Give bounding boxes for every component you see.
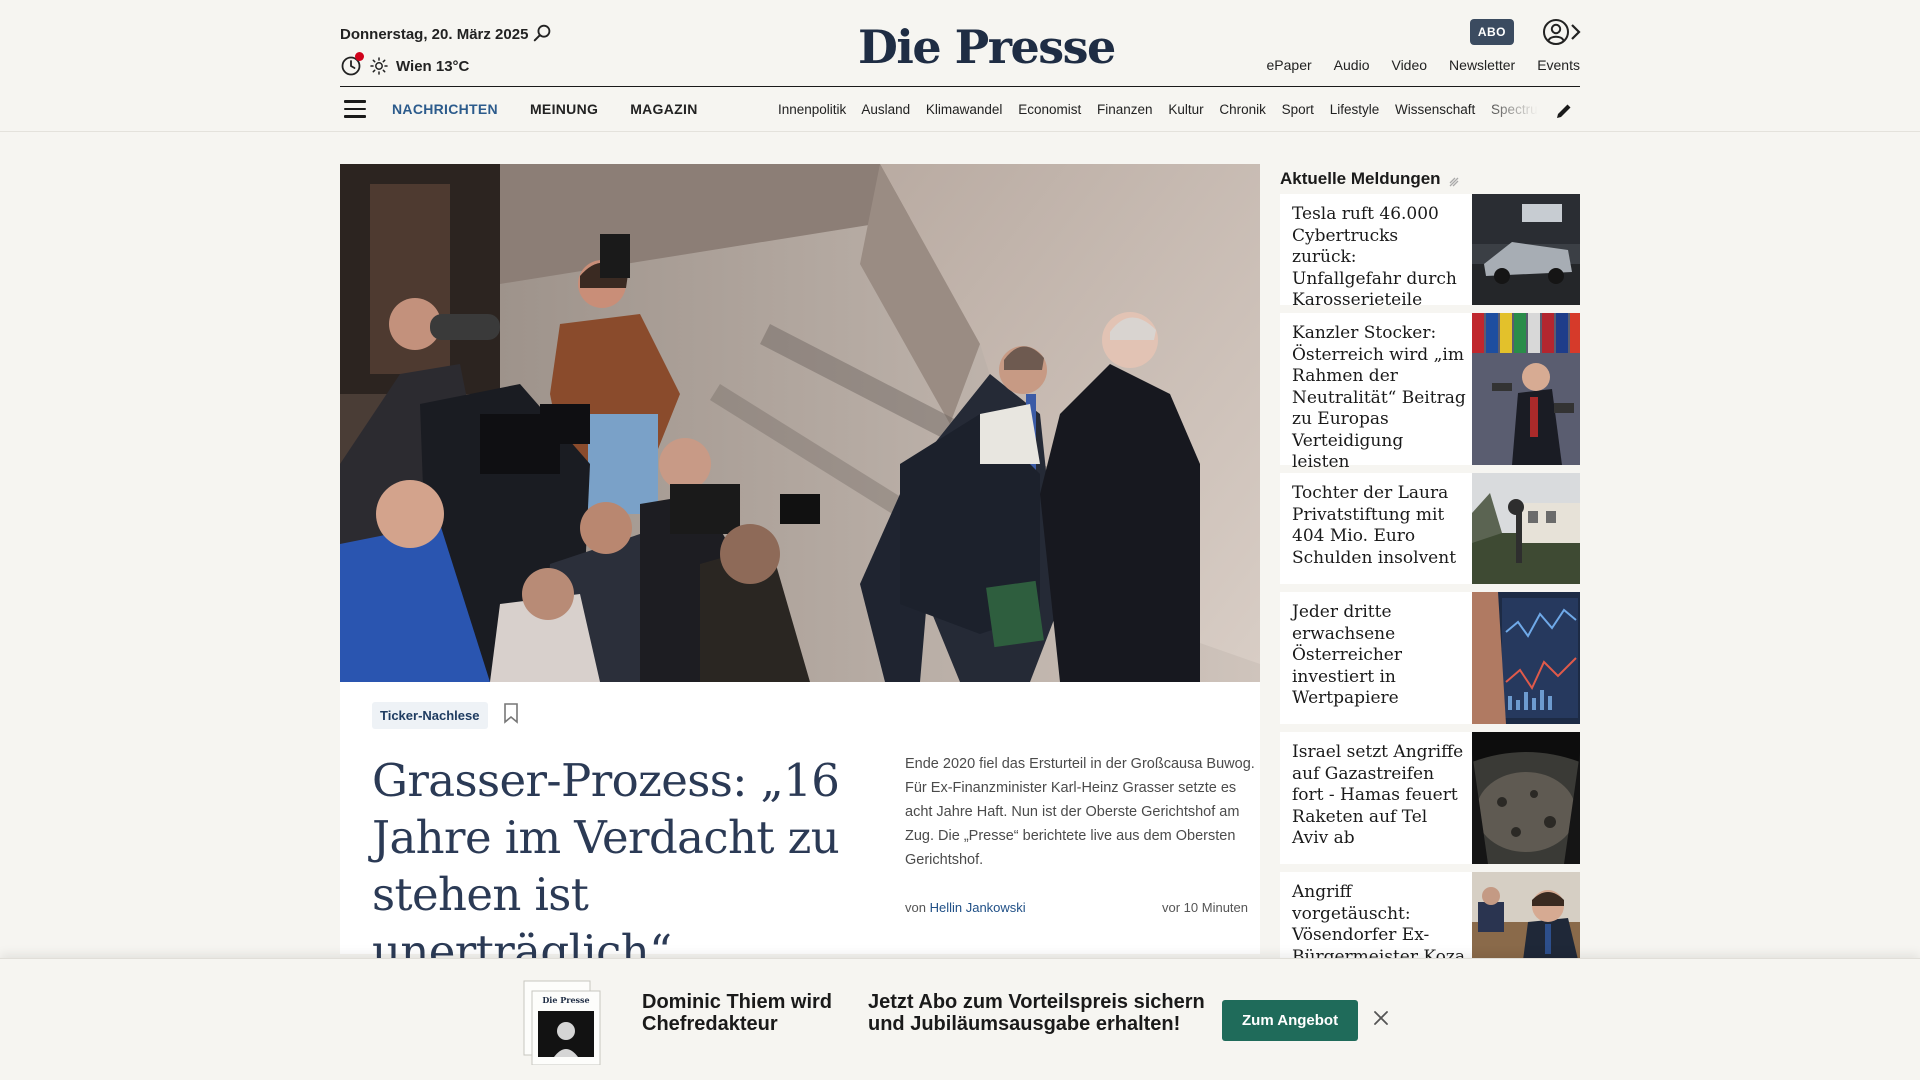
subnav-innenpolitik[interactable]: Innenpolitik: [778, 102, 846, 117]
subnav-chronik[interactable]: Chronik: [1219, 102, 1266, 117]
toplink-epaper[interactable]: ePaper: [1267, 57, 1312, 73]
nav-meinung[interactable]: MEINUNG: [530, 101, 598, 117]
news-thumbnail[interactable]: [1472, 592, 1580, 724]
offer-button[interactable]: Zum Angebot: [1222, 1000, 1359, 1041]
chevron-right-icon[interactable]: [1568, 22, 1582, 42]
subnav-finanzen[interactable]: Finanzen: [1097, 102, 1153, 117]
news-thumbnail[interactable]: [1472, 872, 1580, 968]
news-thumbnail[interactable]: [1472, 473, 1580, 584]
section-nav: Innenpolitik Ausland Klimawandel Economi…: [778, 102, 1538, 117]
subnav-ausland[interactable]: Ausland: [861, 102, 910, 117]
news-item[interactable]: Kanzler Stocker: Österreich wird „im Rah…: [1280, 313, 1580, 472]
bookmark-icon[interactable]: [502, 702, 520, 724]
latest-news-sidebar: Aktuelle Meldungen Tesla ruft 46.000 Cyb…: [1280, 164, 1580, 988]
abo-button[interactable]: ABO: [1469, 19, 1514, 45]
toplink-newsletter[interactable]: Newsletter: [1449, 57, 1515, 73]
site-header: Donnerstag, 20. März 2025 Wien 13°C Die …: [0, 0, 1920, 132]
article-tag[interactable]: Ticker-Nachlese: [372, 702, 488, 729]
news-item[interactable]: Tochter der Laura Privatstiftung mit 404…: [1280, 473, 1580, 584]
subnav-klimawandel[interactable]: Klimawandel: [926, 102, 1003, 117]
sidebar-heading: Aktuelle Meldungen: [1280, 164, 1580, 194]
news-thumbnail[interactable]: [1472, 732, 1580, 864]
hero-teaser: Ende 2020 fiel das Ersturteil in der Gro…: [905, 756, 1255, 868]
clock-icon[interactable]: [340, 52, 364, 77]
toplink-video[interactable]: Video: [1391, 57, 1427, 73]
nav-magazin[interactable]: MAGAZIN: [630, 101, 697, 117]
hero-photo[interactable]: [340, 164, 1260, 682]
news-item[interactable]: Angriff vorgetäuscht: Vösendorfer Ex-Bür…: [1280, 872, 1580, 988]
pencil-icon[interactable]: [1554, 101, 1574, 121]
news-title[interactable]: Israel setzt Angriffe auf Gazastreifen f…: [1280, 732, 1472, 864]
toplink-events[interactable]: Events: [1537, 57, 1580, 73]
subnav-economist[interactable]: Economist: [1018, 102, 1081, 117]
hamburger-menu-icon[interactable]: [344, 100, 366, 118]
nav-nachrichten[interactable]: NACHRICHTEN: [392, 101, 498, 117]
author-link[interactable]: Hellin Jankowski: [930, 900, 1026, 915]
news-title[interactable]: Kanzler Stocker: Österreich wird „im Rah…: [1280, 313, 1472, 472]
search-icon[interactable]: [532, 22, 554, 44]
weather-widget[interactable]: Wien 13°C: [340, 52, 470, 77]
hero-article[interactable]: Ticker-Nachlese Grasser-Prozess: „16 Jah…: [340, 164, 1260, 978]
current-date: Donnerstag, 20. März 2025: [340, 26, 529, 43]
subnav-spectrum[interactable]: Spectrum: [1491, 102, 1538, 117]
sidebar-title: Aktuelle Meldungen: [1280, 169, 1441, 188]
news-item[interactable]: Tesla ruft 46.000 Cybertrucks zurück: Un…: [1280, 194, 1580, 310]
subscription-banner: Die Presse Dominic Thiem wird Chefredakt…: [0, 958, 1920, 1080]
news-item[interactable]: Jeder dritte erwachsene Österreicher inv…: [1280, 592, 1580, 724]
news-title[interactable]: Jeder dritte erwachsene Österreicher inv…: [1280, 592, 1472, 724]
newspaper-stack-icon: Die Presse: [523, 980, 601, 1065]
banner-offer: Jetzt Abo zum Vorteilspreis sichern und …: [868, 991, 1205, 1035]
user-account-icon[interactable]: [1542, 18, 1570, 46]
weather-text: Wien 13°C: [396, 57, 470, 75]
cover-masthead: Die Presse: [542, 995, 589, 1005]
subnav-wissenschaft[interactable]: Wissenschaft: [1395, 102, 1475, 117]
banner-headline: Dominic Thiem wird Chefredakteur: [642, 991, 833, 1035]
news-title[interactable]: Angriff vorgetäuscht: Vösendorfer Ex-Bür…: [1280, 872, 1472, 988]
hero-headline[interactable]: Grasser-Prozess: „16 Jahre im Verdacht z…: [372, 752, 872, 980]
site-logo[interactable]: Die Presse: [858, 20, 1116, 74]
byline-prefix: von: [905, 900, 926, 915]
close-icon[interactable]: [1372, 1009, 1390, 1027]
live-tick-icon: [1449, 177, 1459, 187]
primary-nav: NACHRICHTEN MEINUNG MAGAZIN: [392, 101, 698, 117]
subnav-kultur[interactable]: Kultur: [1168, 102, 1203, 117]
news-item[interactable]: Israel setzt Angriffe auf Gazastreifen f…: [1280, 732, 1580, 864]
notification-dot: [355, 52, 364, 61]
main-navigation: NACHRICHTEN MEINUNG MAGAZIN Innenpolitik…: [340, 86, 1580, 132]
publish-time: vor 10 Minuten: [1162, 900, 1248, 915]
toplink-audio[interactable]: Audio: [1334, 57, 1370, 73]
news-title[interactable]: Tesla ruft 46.000 Cybertrucks zurück: Un…: [1280, 194, 1472, 310]
top-links: ePaper Audio Video Newsletter Events: [1267, 57, 1580, 73]
hero-byline: von Hellin Jankowski: [905, 900, 1026, 915]
news-thumbnail[interactable]: [1472, 194, 1580, 305]
hero-text-block: Ticker-Nachlese Grasser-Prozess: „16 Jah…: [340, 682, 1260, 978]
subnav-sport[interactable]: Sport: [1282, 102, 1314, 117]
subnav-lifestyle[interactable]: Lifestyle: [1330, 102, 1380, 117]
sun-icon: [370, 57, 388, 75]
news-thumbnail[interactable]: [1472, 313, 1580, 465]
news-title[interactable]: Tochter der Laura Privatstiftung mit 404…: [1280, 473, 1472, 584]
